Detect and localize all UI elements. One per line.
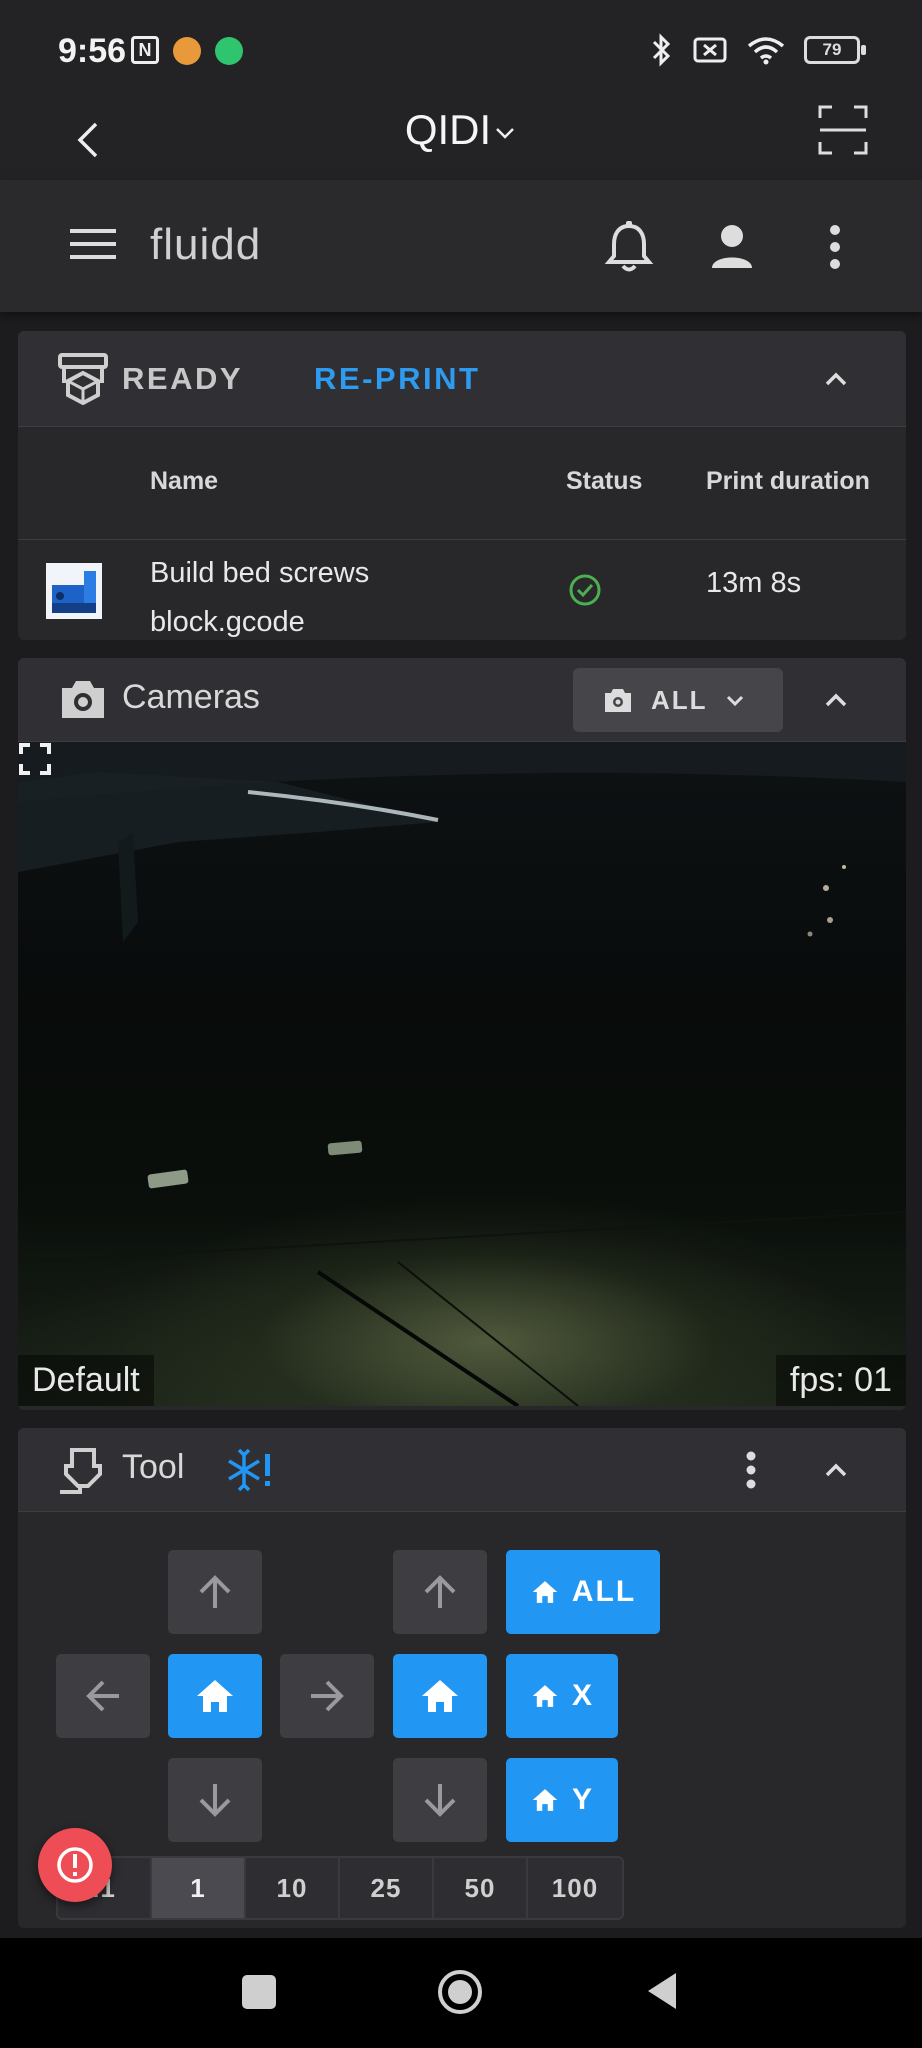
scan-icon[interactable] [818,104,868,156]
home-icon [532,1581,558,1603]
menu-icon[interactable] [70,226,116,262]
arrow-right-icon [311,1680,344,1712]
cameras-title: Cameras [122,678,260,716]
cameras-card: Cameras ALL Default fps: 01 [18,658,906,1410]
printer-nozzle-icon [60,1448,102,1494]
no-sim-icon [693,37,727,63]
arrow-up-icon [199,1575,231,1608]
printer-selector[interactable]: QIDI [0,106,922,154]
status-card-header: READY RE-PRINT [18,331,906,427]
job-duration: 13m 8s [706,567,802,599]
nfc-icon: N [131,36,159,64]
app-title: QIDI [404,106,492,153]
app-bar: QIDI [0,100,922,180]
step-option[interactable]: 25 [340,1858,434,1918]
home-nav-icon[interactable] [436,1968,484,2016]
battery-level: 79 [822,40,842,59]
bell-icon[interactable] [604,220,654,274]
home-all-label: ALL [571,1575,637,1608]
column-header-name: Name [150,467,219,495]
jog-y-plus-button[interactable] [168,1550,262,1634]
arrow-left-icon [86,1680,119,1712]
user-icon[interactable] [708,222,756,270]
tool-card: Tool ALL X Y .1 1 10 25 50 100 [18,1428,906,1928]
table-divider [18,539,906,540]
job-filename: Build bed screws block.gcode [150,549,369,640]
check-circle-icon [569,574,601,606]
step-option[interactable]: 100 [528,1858,622,1918]
home-icon [532,1685,558,1707]
home-all-button[interactable]: ALL [506,1550,660,1634]
reprint-button[interactable]: RE-PRINT [314,361,480,397]
camera-fps-label: fps: 01 [775,1355,906,1406]
camera-selector-label: ALL [651,685,708,715]
job-filename-line1: Build bed screws [150,557,370,589]
jog-y-minus-button[interactable] [168,1758,262,1842]
status-bar: 9:56 N 79 [0,0,922,100]
step-option[interactable]: 50 [434,1858,528,1918]
chevron-up-icon[interactable] [820,363,852,395]
tool-card-header: Tool [18,1428,906,1512]
camera-name-label: Default [18,1355,154,1406]
chevron-down-icon [726,695,744,707]
home-y-button[interactable]: Y [506,1758,618,1842]
camera-icon [605,689,631,712]
home-icon [532,1789,558,1811]
recents-icon[interactable] [242,1975,276,2009]
home-icon [197,1680,233,1712]
home-y-label: Y [571,1783,594,1816]
camera-scene [18,742,906,1406]
notification-dot-icon [173,37,201,65]
home-xy-button[interactable] [168,1654,262,1738]
fullscreen-icon[interactable] [18,742,52,776]
printer-state: READY [122,361,244,396]
chevron-up-icon[interactable] [820,684,852,716]
shield-icon [215,37,243,65]
alert-octagon-icon [57,1847,93,1883]
cooldown-icon[interactable] [226,1446,274,1494]
emergency-stop-button[interactable] [38,1828,112,1902]
status-right-icons: 79 [650,32,866,68]
cameras-card-header: Cameras ALL [18,658,906,742]
job-filename-line2: block.gcode [150,606,305,638]
chevron-down-icon [496,128,515,139]
wifi-icon [747,37,785,65]
system-nav-bar [0,1938,922,2048]
home-x-button[interactable]: X [506,1654,618,1738]
chevron-up-icon[interactable] [820,1454,852,1486]
jog-x-plus-button[interactable] [280,1654,374,1738]
step-option-active[interactable]: 1 [152,1858,246,1918]
back-nav-icon[interactable] [644,1970,680,2012]
arrow-down-icon [424,1784,456,1817]
jog-z-minus-button[interactable] [393,1758,487,1842]
fluidd-logo: fluidd [150,220,262,269]
jog-x-minus-button[interactable] [56,1654,150,1738]
fluidd-header: fluidd [0,180,922,312]
column-header-status: Status [566,467,643,495]
status-time: 9:56 [58,32,127,70]
gcode-thumbnail [46,563,102,619]
home-z-button[interactable] [393,1654,487,1738]
camera-icon [62,681,104,718]
more-vert-icon[interactable] [743,1450,759,1490]
step-option[interactable]: 10 [246,1858,340,1918]
home-x-label: X [571,1679,594,1712]
arrow-down-icon [199,1784,231,1817]
tool-title: Tool [122,1448,185,1486]
arrow-up-icon [424,1575,456,1608]
home-icon [422,1680,458,1712]
battery-icon: 79 [804,36,866,64]
jog-step-selector: .1 1 10 25 50 100 [56,1856,624,1920]
column-header-duration: Print duration [706,467,870,495]
jog-z-plus-button[interactable] [393,1550,487,1634]
bluetooth-icon [652,33,671,67]
more-vert-icon[interactable] [822,224,848,270]
camera-selector[interactable]: ALL [573,668,783,732]
camera-stream[interactable]: Default fps: 01 [18,742,906,1406]
status-card: READY RE-PRINT Name Status Print duratio… [18,331,906,640]
printer-3d-icon [58,353,108,405]
